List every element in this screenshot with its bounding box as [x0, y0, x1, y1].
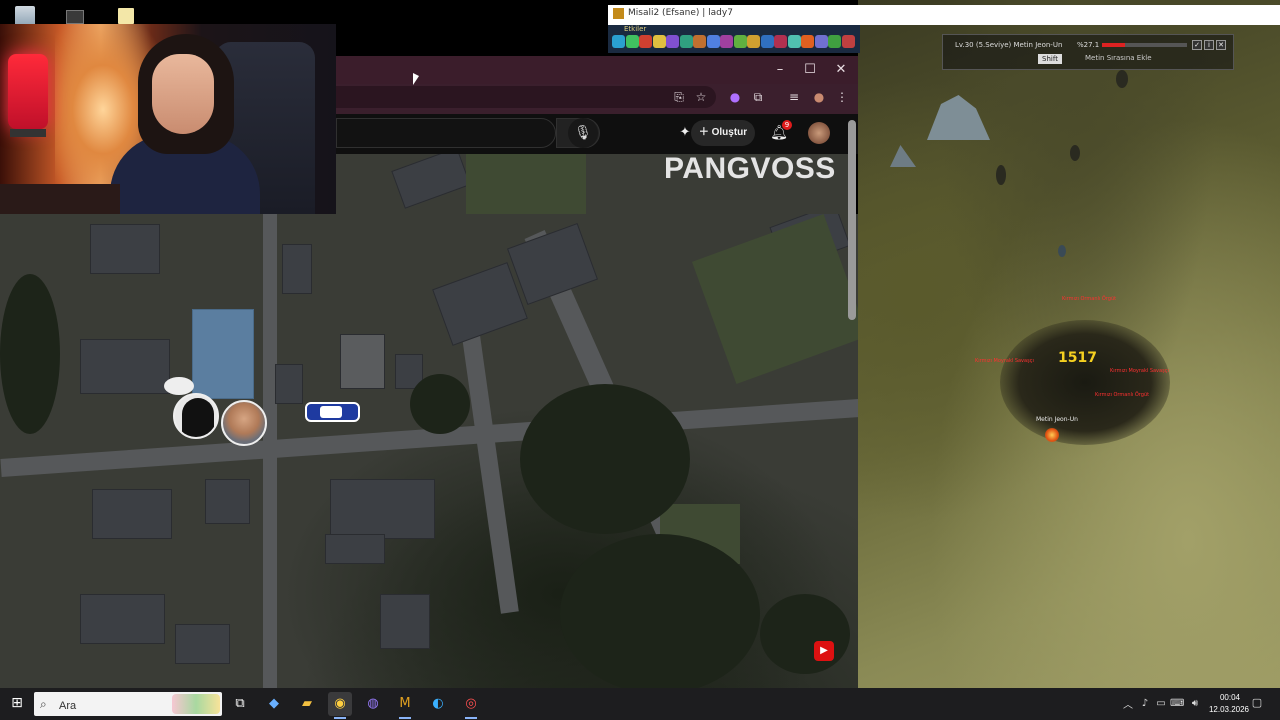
clock-time[interactable]: 00:04 [1213, 693, 1247, 702]
bookmark-star-icon[interactable]: ☆ [692, 88, 710, 106]
obs-icon[interactable]: ◎ [459, 692, 483, 719]
speech-bubble-icon [164, 377, 194, 395]
buff-icon [760, 35, 774, 48]
buff-icon [679, 35, 693, 48]
photo-file-icon[interactable] [66, 10, 84, 24]
metin2-icon[interactable]: M [393, 692, 417, 719]
shift-key-badge: Shift [1038, 54, 1062, 64]
buff-icon [828, 35, 841, 48]
lamp-object [8, 54, 48, 129]
buff-icon [625, 35, 639, 48]
file-explorer-icon[interactable]: ▰ [295, 692, 319, 716]
clock-date[interactable]: 12.03.2026 [1204, 705, 1254, 714]
extensions-puzzle-icon[interactable]: ⧉ [749, 88, 767, 106]
mob-name-label: Kırmızı Moyrakl Savaşçı [1110, 368, 1169, 374]
person-avatar [221, 400, 267, 446]
damage-number: 1517 [1058, 350, 1097, 366]
menu-kebab-icon[interactable]: ⋮ [833, 88, 851, 106]
microphone-tray-icon[interactable]: ♪ [1138, 697, 1152, 711]
microphone-icon[interactable]: 🎙︎ [568, 118, 598, 148]
satellite-map-view [0, 214, 860, 688]
buff-icon [774, 35, 787, 48]
buff-icon [693, 35, 706, 48]
youtube-search-input[interactable] [336, 118, 556, 148]
buff-icon [720, 35, 733, 48]
mob-cluster[interactable] [1000, 320, 1170, 445]
profile-avatar-icon[interactable]: ● [810, 88, 828, 106]
channel-title: PANGVOSS [664, 152, 836, 185]
extension-icon[interactable]: ● [726, 88, 744, 106]
tray-chevron-icon[interactable]: ︿ [1123, 696, 1133, 711]
close-icon[interactable]: ✕ [1216, 40, 1226, 50]
buff-icon [733, 35, 747, 48]
youtube-avatar[interactable] [808, 122, 830, 144]
windows-start-icon[interactable]: ⊞ [9, 695, 25, 711]
browser-toolbar [336, 84, 858, 110]
metin-name-label: Metin Jeon-Un [1036, 416, 1078, 423]
desktop-screen: PANGVOSS ▶ – ☐ ✕ ⎘ ☆ ● ⧉ ≡ ● ⋮ ⌕ 🎙︎ ✦ ＋ … [0, 0, 1280, 720]
youtube-header: ⌕ 🎙︎ ✦ ＋ Oluştur 🔔︎ 9 [336, 114, 858, 154]
task-view-icon[interactable]: ⧉ [228, 692, 252, 716]
volume-icon[interactable]: 🔊︎ [1188, 697, 1202, 711]
game-window-title: Misali2 (Efsane) | lady7 [628, 8, 733, 18]
buff-icon [814, 35, 828, 48]
add-to-metin-queue-label[interactable]: Metin Sırasına Ekle [1085, 54, 1152, 62]
address-bar[interactable] [336, 86, 716, 108]
target-hp-percent: %27.1 [1077, 41, 1100, 49]
taskbar: ⊞ ⌕ Ara ⧉ ◆ ▰ ◉ ◍ M ◐ ◎ ︿ ♪ ▭ ⌨ 🔊︎ 00:04… [0, 688, 1280, 720]
network-icon[interactable]: ▭ [1154, 697, 1168, 711]
police-car-roof [320, 406, 342, 418]
metin-stone-icon[interactable] [1045, 428, 1059, 442]
chrome-icon[interactable]: ◉ [328, 692, 352, 719]
search-placeholder: Ara [59, 700, 77, 712]
discord-icon[interactable]: ◍ [361, 692, 385, 716]
minimize-icon[interactable]: – [765, 60, 795, 80]
notification-badge: 9 [782, 120, 792, 130]
mob-name-label: Kırmızı Moyrakl Savaşçı [975, 358, 1034, 364]
buff-icon [841, 35, 855, 48]
folder-icon[interactable] [118, 8, 134, 24]
recycle-bin-icon[interactable] [15, 6, 35, 26]
buff-icon [666, 35, 679, 48]
mob-name-label: Kırmızı Ormanlı Örgüt [1062, 296, 1117, 302]
notification-center-icon[interactable]: ▢ [1250, 696, 1264, 710]
media-control-icon[interactable]: ≡ [785, 88, 803, 106]
target-info-panel [942, 34, 1234, 70]
youtube-logo-icon: ▶ [814, 641, 834, 661]
page-scrollbar[interactable] [848, 120, 856, 320]
install-app-icon[interactable]: ⎘ [670, 88, 688, 106]
buff-icon [652, 35, 666, 48]
check-icon[interactable]: ✓ [1192, 40, 1202, 50]
streamer-face [152, 54, 214, 134]
target-hp-fill [1102, 43, 1126, 47]
keyboard-icon[interactable]: ⌨ [1170, 697, 1184, 711]
mouse-cursor [413, 73, 419, 85]
close-icon[interactable]: ✕ [826, 60, 856, 80]
browser-window: – ☐ ✕ ⎘ ☆ ● ⧉ ≡ ● ⋮ ⌕ 🎙︎ ✦ ＋ Oluştur 🔔︎ … [336, 56, 858, 154]
create-label: Oluştur [711, 127, 748, 138]
mob-name-label: Kırmızı Ormanlı Örgüt [1095, 392, 1150, 398]
search-highlight-image [172, 694, 220, 714]
buff-icon [706, 35, 720, 48]
webcam-overlay [0, 24, 336, 214]
edge-icon[interactable]: ◐ [426, 692, 450, 716]
buff-icon [801, 35, 814, 48]
game-app-icon [613, 8, 624, 19]
buff-icon [747, 35, 760, 48]
silhouette-avatar [173, 393, 219, 439]
target-name: Lv.30 (5.Seviye) Metin Jeon-Un [955, 41, 1063, 49]
create-button[interactable]: ＋ Oluştur [691, 120, 755, 146]
info-icon[interactable]: i [1204, 40, 1214, 50]
buff-icon [612, 35, 625, 48]
buff-icon [639, 35, 652, 48]
search-icon: ⌕ [40, 697, 47, 711]
buff-icon [787, 35, 801, 48]
copilot-icon[interactable]: ◆ [262, 692, 286, 716]
maximize-icon[interactable]: ☐ [795, 60, 825, 80]
buff-bar-label: Etkiler [624, 25, 647, 33]
